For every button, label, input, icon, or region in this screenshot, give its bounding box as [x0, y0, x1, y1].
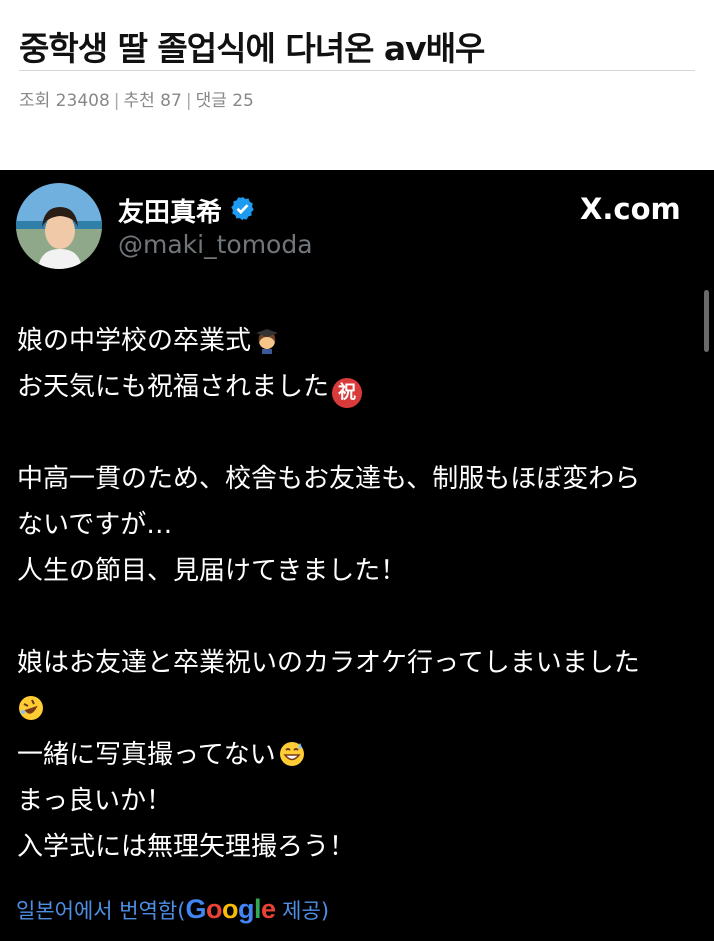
tweet-author-handle[interactable]: @maki_tomoda [118, 230, 313, 259]
tweet-line: 娘の中学校の卒業式 [17, 318, 707, 364]
tweet-line: 一緒に写真撮ってない [17, 732, 707, 778]
recommend-count: 추천 87 [123, 91, 182, 111]
google-letter: o [205, 894, 223, 924]
celebrate-emoji-icon: 祝 [332, 378, 363, 408]
tweet-text: お天気にも祝福されました [17, 372, 330, 402]
post-title: 중학생 딸 졸업식에 다녀온 av배우 [19, 29, 485, 68]
google-letter: G [185, 894, 206, 924]
tweet-line: まっ良いか！ [17, 786, 172, 816]
verified-badge-icon [231, 196, 254, 221]
graduate-emoji-icon [256, 329, 279, 354]
sweat-smile-emoji-icon [279, 742, 304, 766]
tweet-line: ないですが… [17, 510, 173, 540]
rofl-emoji-icon [19, 696, 43, 720]
tweet-body: 娘の中学校の卒業式 お天気にも祝福されました祝 中高一貫のため、校舎もお友達も、… [17, 318, 707, 870]
tweet-line: お天気にも祝福されました祝 [17, 364, 707, 410]
google-letter: o [221, 894, 239, 924]
avatar[interactable] [16, 183, 102, 269]
tweet-author-name[interactable]: 友田真希 [118, 192, 222, 229]
comment-count[interactable]: 댓글 25 [196, 91, 254, 111]
title-divider [19, 70, 695, 71]
tweet-text: 一緒に写真撮ってない [17, 740, 276, 770]
google-letter: e [260, 894, 276, 924]
view-count: 조회 23408 [19, 91, 110, 111]
tweet-line: 入学式には無理矢理撮ろう！ [17, 832, 356, 862]
meta-separator: | [185, 91, 192, 111]
post-meta: 조회 23408 | 추천 87 | 댓글 25 [19, 86, 254, 111]
tweet-line [17, 686, 707, 732]
translation-notice-link[interactable]: 일본어에서 번역함(Google 제공) [16, 894, 329, 925]
translation-suffix: 제공) [275, 899, 330, 923]
meta-separator: | [113, 91, 120, 111]
google-logo: Google [185, 894, 276, 924]
google-letter: g [237, 894, 255, 924]
tweet-embed: 友田真希 @maki_tomoda X.com 娘の中学校の卒業式 お天気にも祝… [0, 170, 714, 941]
translation-prefix: 일본어에서 번역함( [16, 899, 186, 923]
tweet-line: 娘はお友達と卒業祝いのカラオケ行ってしまいました [17, 648, 640, 678]
google-letter: l [253, 894, 262, 924]
x-logo-link[interactable]: X.com [580, 192, 681, 226]
post-header: 중학생 딸 졸업식에 다녀온 av배우 조회 23408 | 추천 87 | 댓글 25 [0, 0, 714, 170]
tweet-line: 人生の節目、見届けてきました！ [17, 556, 407, 586]
tweet-text: 娘の中学校の卒業式 [17, 326, 252, 356]
tweet-line: 中高一貫のため、校舎もお友達も、制服もほぼ変わら [17, 464, 641, 494]
